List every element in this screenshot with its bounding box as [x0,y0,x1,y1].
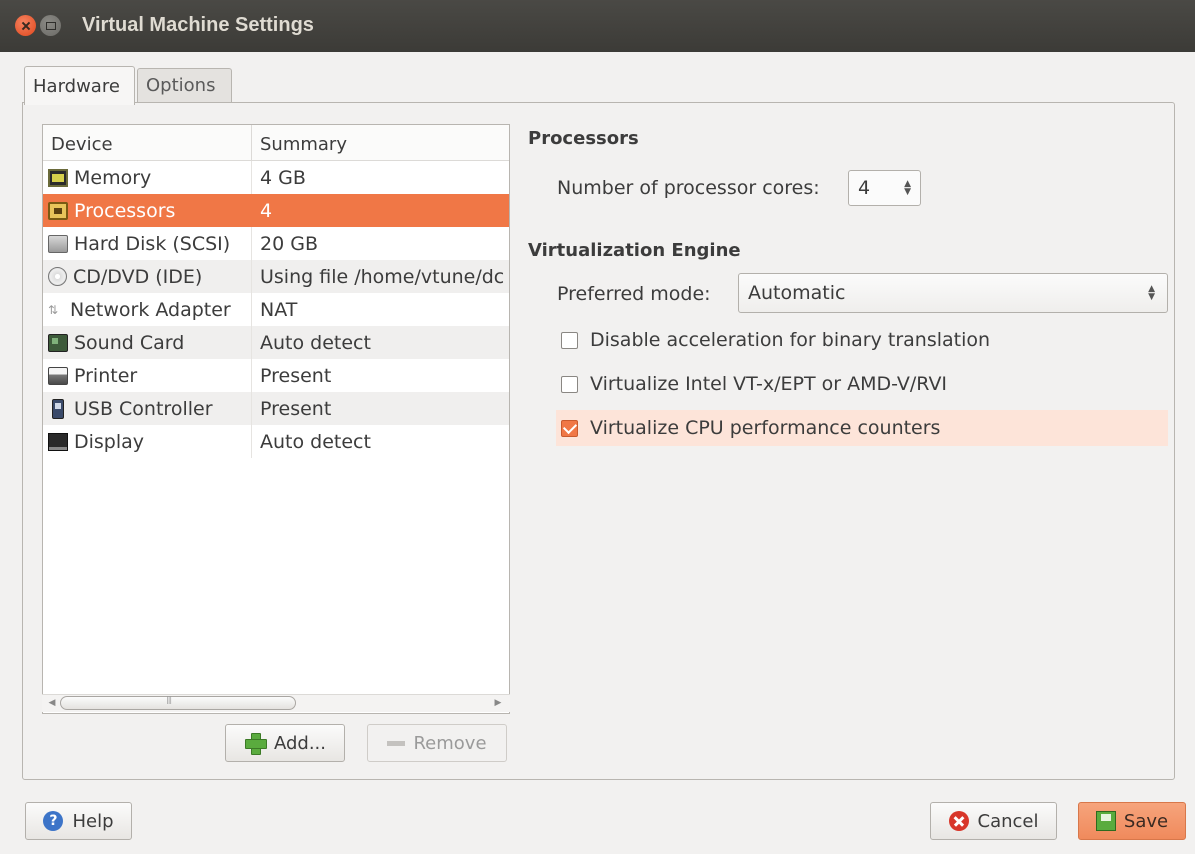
option-disable-acceleration[interactable]: Disable acceleration for binary translat… [556,322,1168,358]
device-name: CD/DVD (IDE) [73,265,203,288]
help-button[interactable]: ? Help [25,802,132,840]
usb-controller-icon [52,398,64,419]
network-adapter-icon: ⇅ [48,302,59,317]
device-summary: 4 [260,199,273,222]
device-summary: Present [260,364,332,387]
preferred-mode-label: Preferred mode: [557,283,711,305]
option-label: Virtualize Intel VT-x/EPT or AMD-V/RVI [590,373,948,395]
device-name: Memory [74,166,152,189]
device-name: Network Adapter [70,298,231,321]
column-header-summary[interactable]: Summary [252,125,509,160]
cancel-button[interactable]: Cancel [930,802,1057,840]
device-list-horizontal-scrollbar[interactable]: ◀ ▶ [42,694,510,712]
printer-icon [48,366,68,385]
device-row-hard-disk[interactable]: Hard Disk (SCSI) 20 GB [43,227,509,260]
tab-hardware[interactable]: Hardware [24,66,135,105]
scroll-right-icon[interactable]: ▶ [492,697,504,709]
display-icon [48,432,68,451]
memory-icon [48,168,68,187]
virtualize-cpu-counters-checkbox[interactable] [561,419,578,437]
save-icon [1095,811,1116,831]
spinner-arrows-icon[interactable]: ▲ ▼ [904,180,911,197]
device-summary: Using file /home/vtune/dc [260,265,505,288]
device-name: USB Controller [74,397,213,420]
add-button-label: Add... [273,732,326,754]
help-icon: ? [43,811,64,831]
disable-acceleration-checkbox[interactable] [561,331,578,349]
remove-button-label: Remove [413,732,487,754]
device-row-cd-dvd[interactable]: CD/DVD (IDE) Using file /home/vtune/dc [43,260,509,293]
device-row-usb-controller[interactable]: USB Controller Present [43,392,509,425]
device-name: Sound Card [74,331,185,354]
preferred-mode-value: Automatic [748,282,846,304]
processor-cores-value: 4 [858,177,871,199]
tab-options[interactable]: Options [137,68,232,102]
preferred-mode-select[interactable]: Automatic ▲ ▼ [738,273,1168,313]
device-name: Printer [74,364,138,387]
remove-device-button[interactable]: Remove [367,724,507,762]
device-row-display[interactable]: Display Auto detect [43,425,509,458]
save-button[interactable]: Save [1078,802,1186,840]
device-row-printer[interactable]: Printer Present [43,359,509,392]
window-title: Virtual Machine Settings [82,14,314,36]
column-header-device[interactable]: Device [43,125,252,160]
device-summary: Auto detect [260,331,371,354]
cancel-icon [948,811,969,831]
close-window-icon[interactable] [15,15,36,36]
device-summary: NAT [260,298,298,321]
device-row-network-adapter[interactable]: ⇅ Network Adapter NAT [43,293,509,326]
device-name: Display [74,430,145,453]
device-summary: Auto detect [260,430,371,453]
option-label: Virtualize CPU performance counters [590,417,941,439]
minus-icon [387,740,406,746]
save-button-label: Save [1123,810,1169,832]
processor-cores-label: Number of processor cores: [557,177,820,199]
processor-icon [48,201,68,220]
device-summary: 20 GB [260,232,318,255]
processors-section-title: Processors [528,128,639,149]
virtualize-vtx-checkbox[interactable] [561,375,578,393]
cancel-button-label: Cancel [977,810,1039,832]
device-summary: Present [260,397,332,420]
add-device-button[interactable]: Add... [225,724,345,762]
device-list[interactable]: Device Summary Memory 4 GB Processors 4 … [42,124,510,714]
option-virtualize-vtx[interactable]: Virtualize Intel VT-x/EPT or AMD-V/RVI [556,366,1168,402]
device-name: Processors [74,199,176,222]
sound-card-icon [48,333,68,352]
help-button-label: Help [72,810,114,832]
plus-icon [244,732,267,755]
processor-cores-spinner[interactable]: 4 ▲ ▼ [848,170,921,206]
option-label: Disable acceleration for binary translat… [590,329,991,351]
minimize-window-icon[interactable] [40,15,61,36]
device-row-processors[interactable]: Processors 4 [43,194,509,227]
scrollbar-thumb[interactable] [60,695,296,710]
hard-disk-icon [48,234,68,253]
device-row-sound-card[interactable]: Sound Card Auto detect [43,326,509,359]
select-arrows-icon: ▲ ▼ [1148,284,1155,302]
scroll-left-icon[interactable]: ◀ [46,697,58,709]
device-name: Hard Disk (SCSI) [74,232,231,255]
device-row-memory[interactable]: Memory 4 GB [43,161,509,194]
option-virtualize-cpu-counters[interactable]: Virtualize CPU performance counters [556,410,1168,446]
virtualization-section-title: Virtualization Engine [528,240,741,261]
device-list-header: Device Summary [43,125,509,161]
device-summary: 4 GB [260,166,306,189]
cd-dvd-icon [48,267,67,286]
title-bar: Virtual Machine Settings [0,0,1195,52]
